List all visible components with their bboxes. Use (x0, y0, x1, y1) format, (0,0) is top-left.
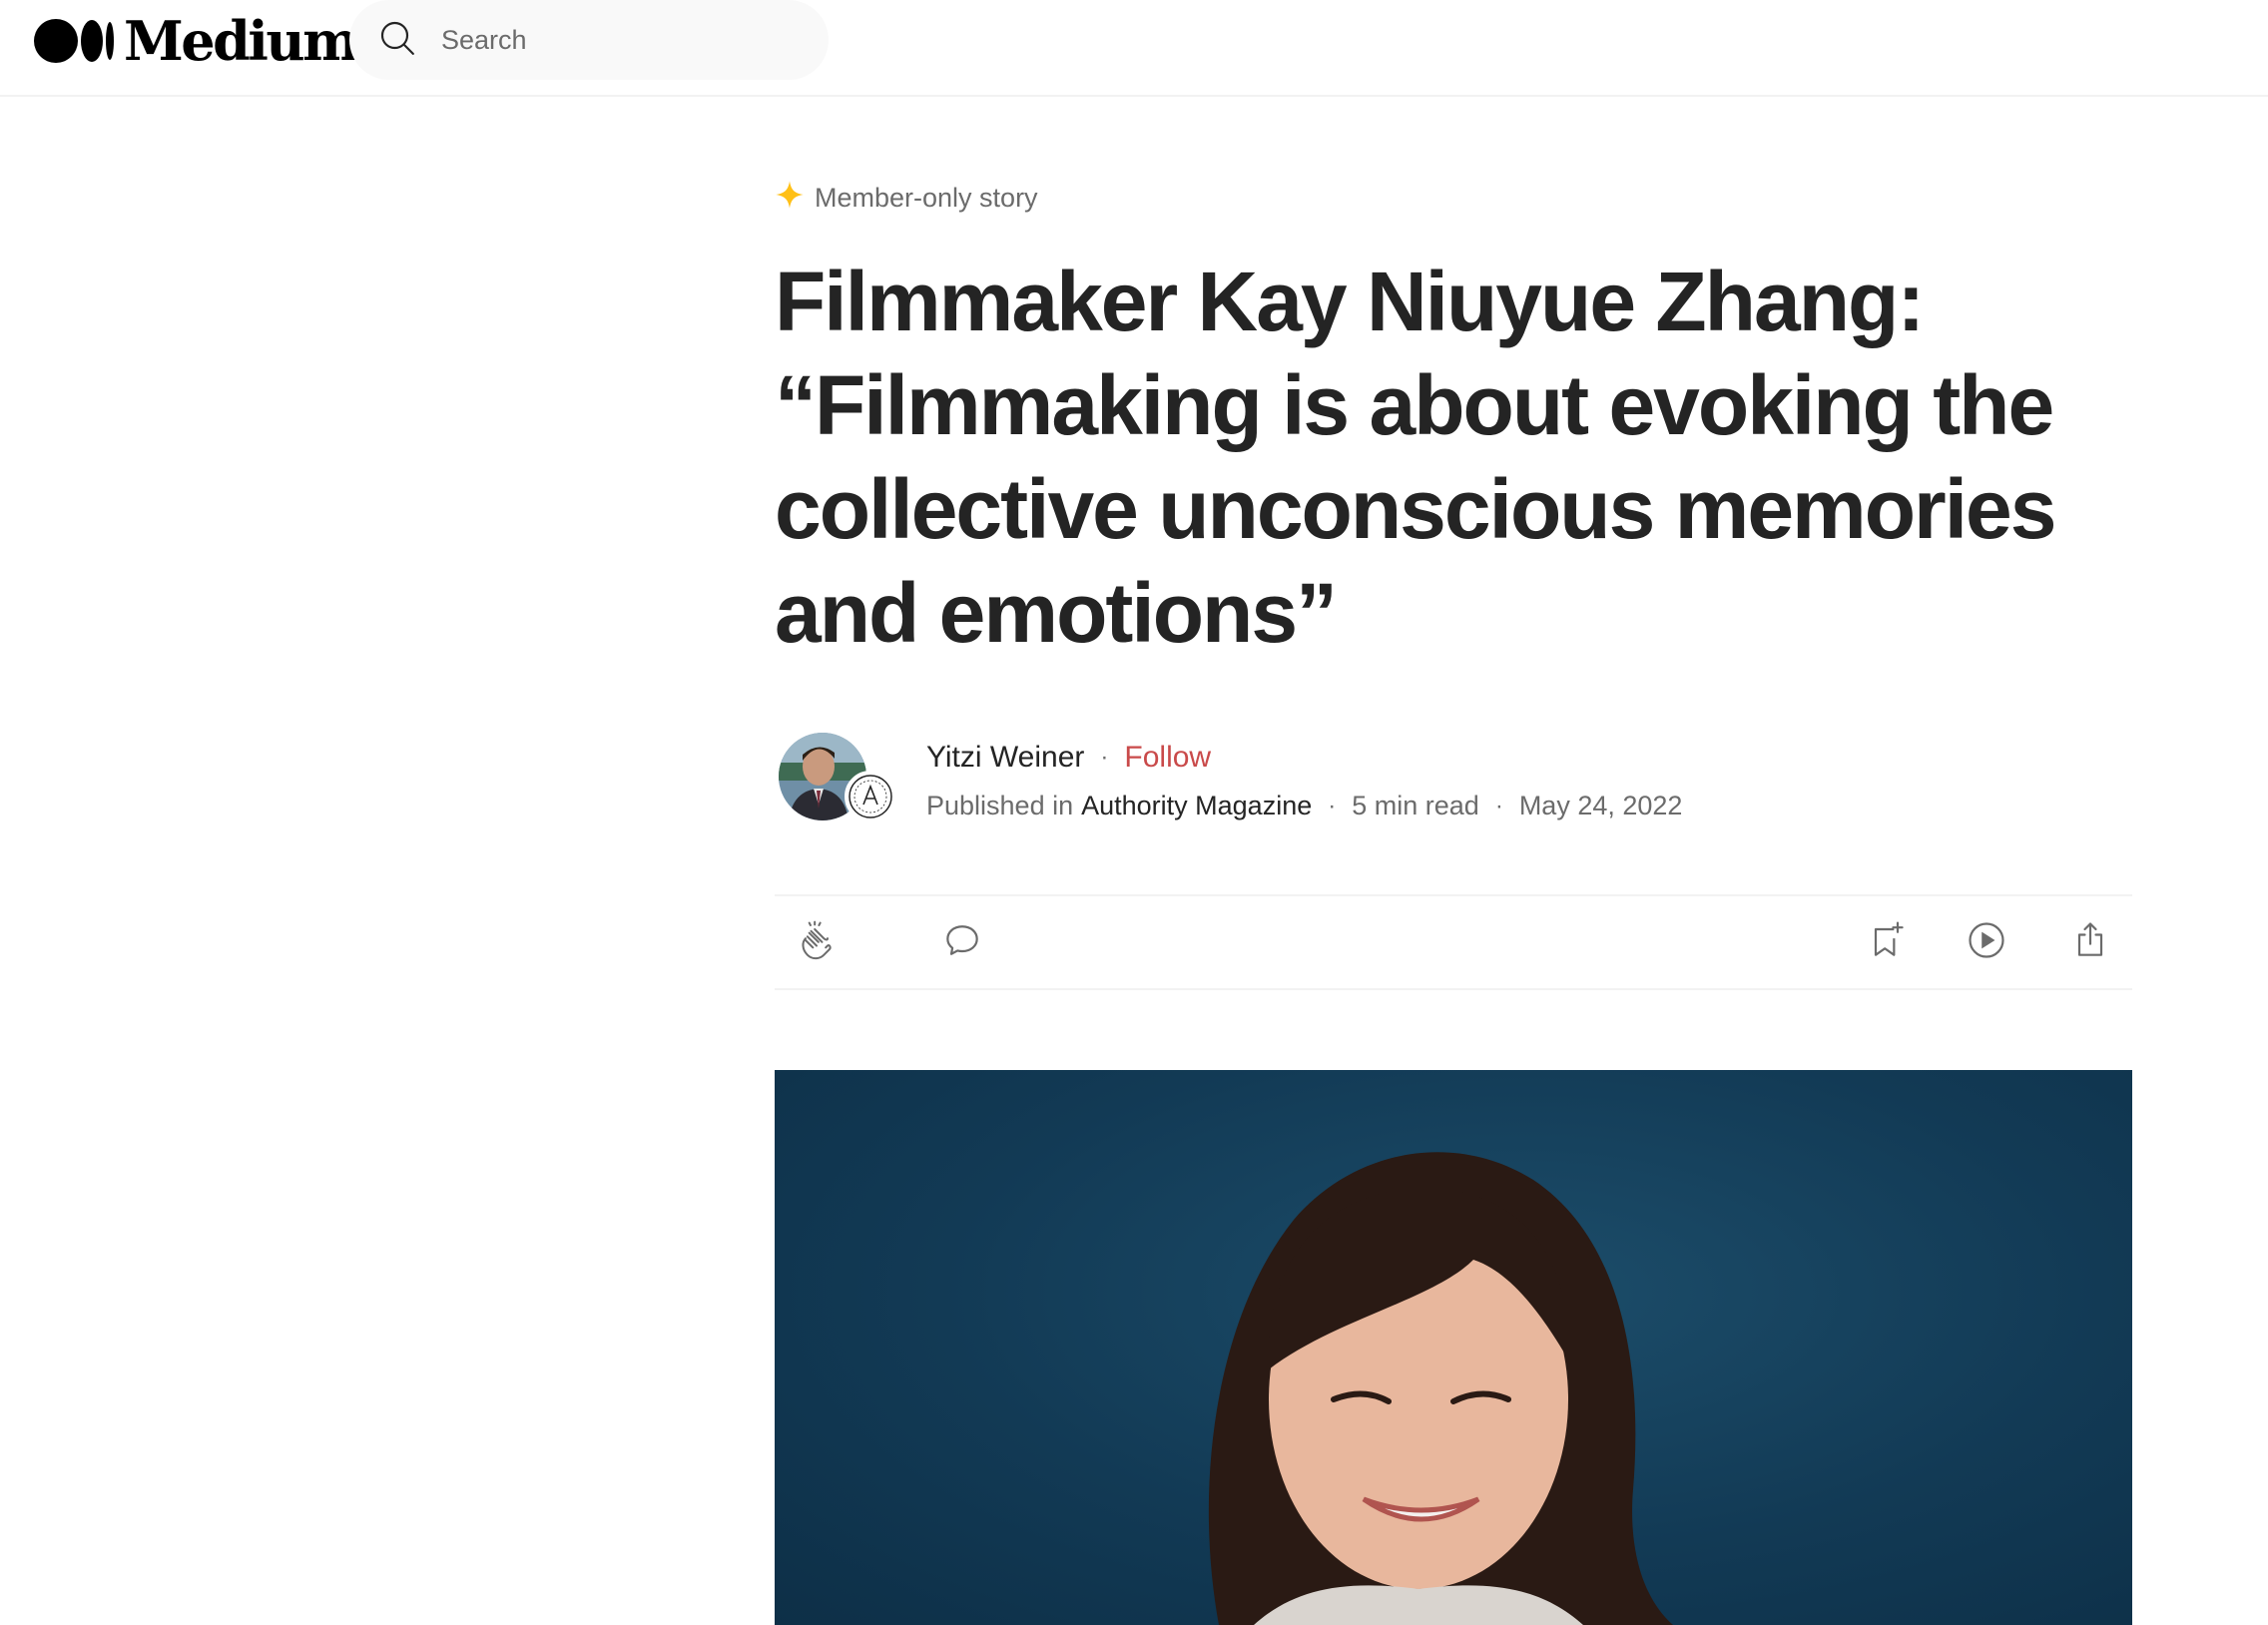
search-input[interactable]: Search (441, 25, 527, 56)
article-title: Filmmaker Kay Niuyue Zhang: “Filmmaking … (775, 255, 2057, 660)
top-navbar: Medium Search (0, 0, 2268, 97)
publication-logo[interactable] (845, 771, 896, 822)
member-only-badge: Member-only story (775, 180, 1038, 217)
separator-dot: · (1100, 744, 1109, 771)
read-time: 5 min read (1352, 791, 1479, 820)
share-icon (2068, 918, 2112, 967)
bookmark-add-icon (1865, 918, 1909, 967)
author-byline: Yitzi Weiner · Follow Published in Autho… (775, 731, 1773, 824)
brand-name: Medium (124, 9, 359, 73)
share-button[interactable] (2066, 918, 2114, 966)
follow-button[interactable]: Follow (1124, 741, 1211, 775)
author-row: Yitzi Weiner · Follow (926, 741, 1211, 775)
portrait-photo (1208, 1152, 1673, 1625)
comment-icon (940, 918, 984, 967)
comment-button[interactable] (938, 918, 986, 966)
article-action-bar (775, 894, 2132, 990)
listen-button[interactable] (1963, 918, 2010, 966)
publish-date: May 24, 2022 (1518, 791, 1683, 820)
sparkle-star-icon (775, 180, 805, 217)
save-button[interactable] (1863, 918, 1911, 966)
medium-logo[interactable]: Medium (34, 9, 359, 73)
clap-button[interactable] (793, 918, 841, 966)
play-icon (1965, 918, 2008, 967)
author-name[interactable]: Yitzi Weiner (926, 741, 1084, 775)
separator-dot: · (1328, 792, 1337, 819)
medium-logo-mark-icon (34, 19, 114, 63)
search-bar[interactable]: Search (349, 0, 829, 80)
published-in-label: Published in (926, 791, 1074, 820)
clap-icon (795, 918, 839, 967)
member-only-label: Member-only story (815, 183, 1038, 213)
publication-row: Published in Authority Magazine · 5 min … (926, 791, 1682, 821)
search-icon (377, 18, 417, 63)
hero-image (775, 1070, 2132, 1625)
separator-dot: · (1494, 792, 1503, 819)
publication-link[interactable]: Authority Magazine (1081, 791, 1312, 821)
